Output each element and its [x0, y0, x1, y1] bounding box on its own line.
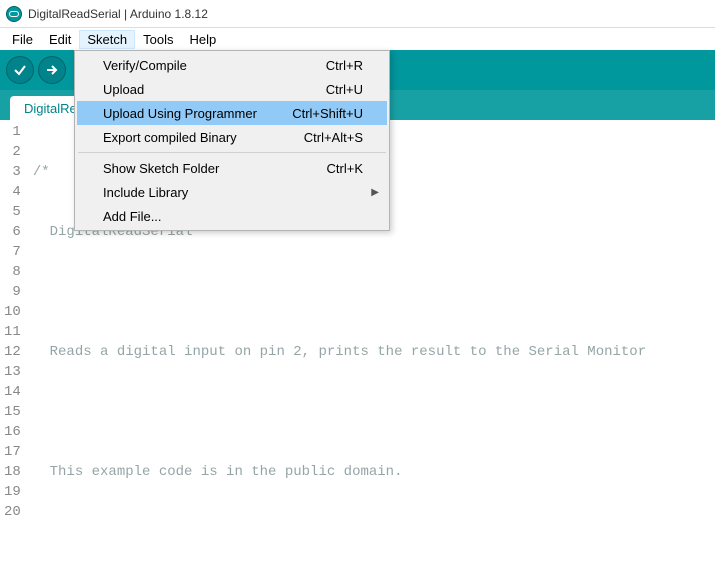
window-title: DigitalReadSerial | Arduino 1.8.12	[28, 7, 208, 21]
submenu-arrow-icon: ▶	[371, 187, 379, 198]
titlebar: DigitalReadSerial | Arduino 1.8.12	[0, 0, 715, 28]
menu-upload[interactable]: UploadCtrl+U	[77, 77, 387, 101]
arduino-logo-icon	[6, 6, 22, 22]
menu-edit[interactable]: Edit	[41, 30, 79, 49]
menu-show-sketch-folder[interactable]: Show Sketch FolderCtrl+K	[77, 156, 387, 180]
menu-include-library[interactable]: Include Library▶	[77, 180, 387, 204]
menu-help[interactable]: Help	[181, 30, 224, 49]
menu-add-file[interactable]: Add File...	[77, 204, 387, 228]
upload-button[interactable]	[38, 56, 66, 84]
menubar: File Edit Sketch Tools Help	[0, 28, 715, 50]
menu-upload-using-programmer[interactable]: Upload Using ProgrammerCtrl+Shift+U	[77, 101, 387, 125]
menu-tools[interactable]: Tools	[135, 30, 181, 49]
sketch-dropdown: Verify/CompileCtrl+R UploadCtrl+U Upload…	[74, 50, 390, 231]
menu-export-binary[interactable]: Export compiled BinaryCtrl+Alt+S	[77, 125, 387, 149]
menu-verify-compile[interactable]: Verify/CompileCtrl+R	[77, 53, 387, 77]
menu-separator	[78, 152, 386, 153]
verify-button[interactable]	[6, 56, 34, 84]
menu-sketch[interactable]: Sketch	[79, 30, 135, 49]
menu-file[interactable]: File	[4, 30, 41, 49]
line-gutter: 1234567891011121314151617181920	[0, 120, 29, 569]
